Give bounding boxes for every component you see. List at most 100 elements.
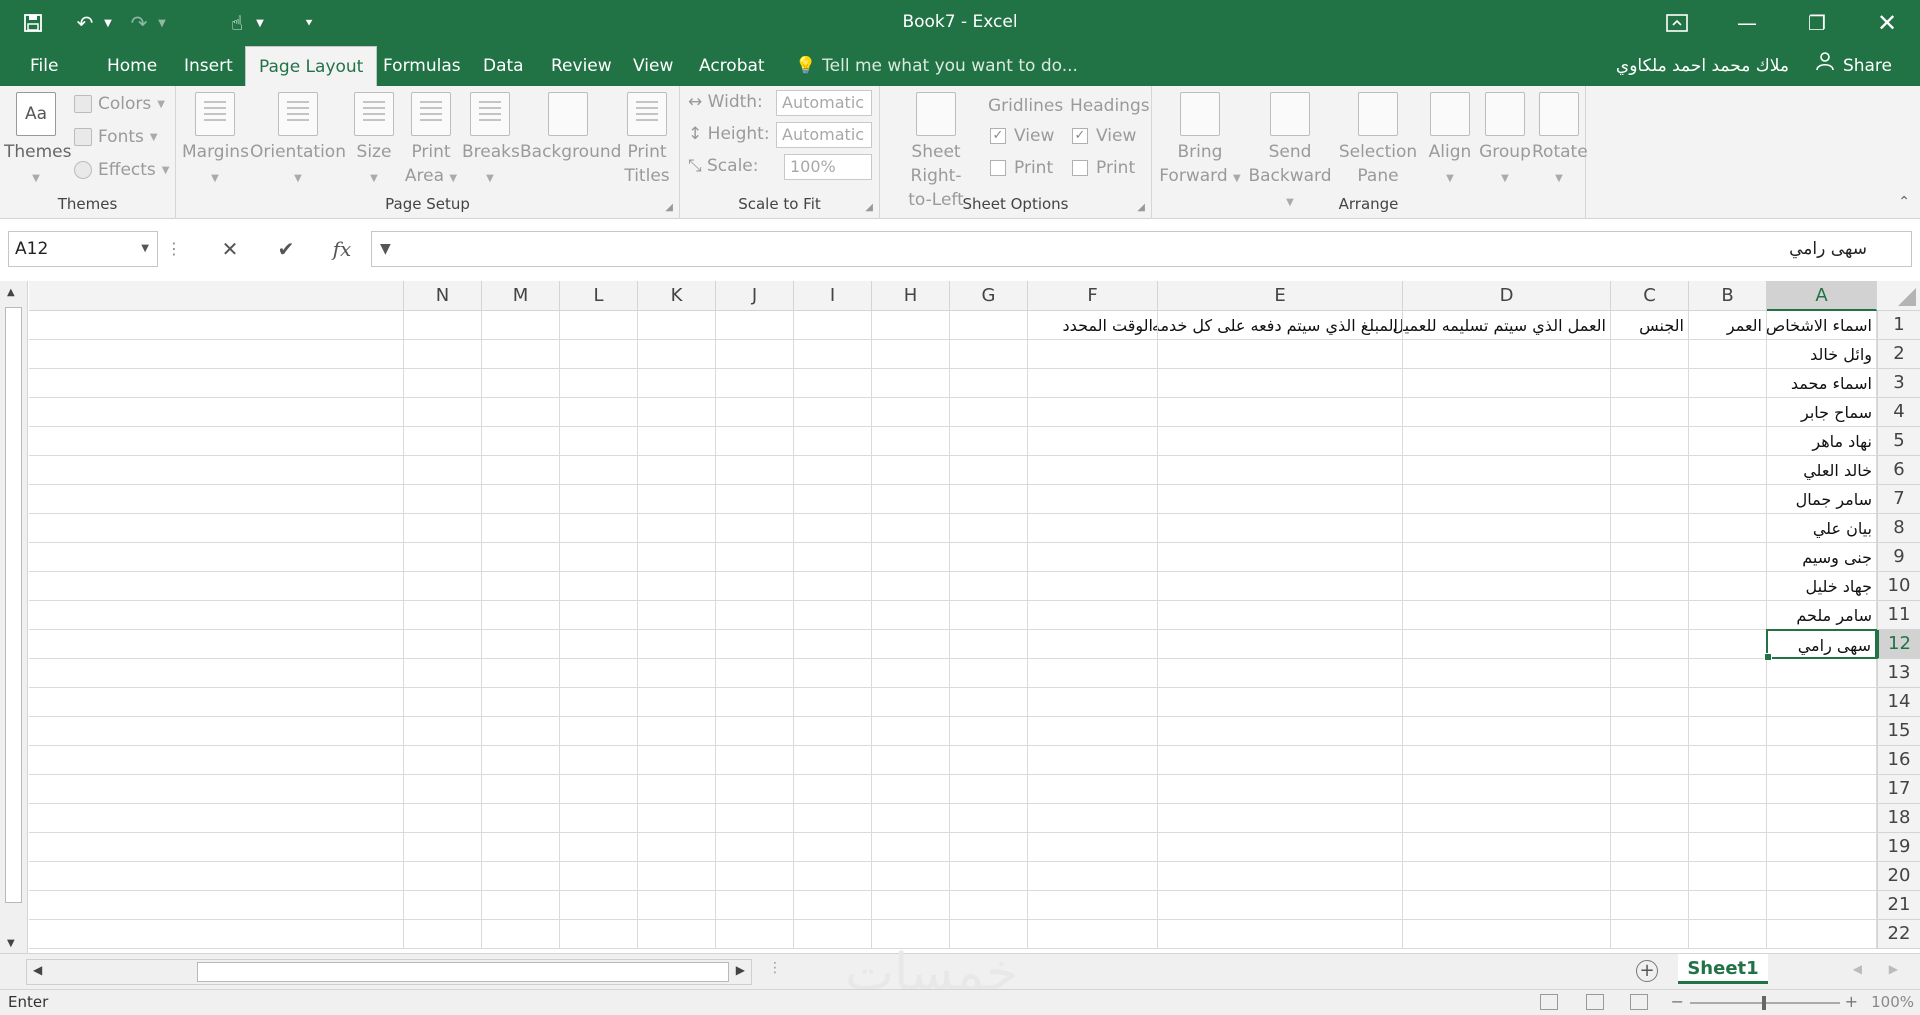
cell-k5[interactable] <box>638 427 716 456</box>
cell-k13[interactable] <box>638 659 716 688</box>
cell-g9[interactable] <box>950 543 1028 572</box>
cell-j17[interactable] <box>716 775 794 804</box>
cell-b14[interactable] <box>1689 688 1767 717</box>
cell-g11[interactable] <box>950 601 1028 630</box>
cell-l6[interactable] <box>560 456 638 485</box>
cell-e6[interactable] <box>1158 456 1403 485</box>
cell-b4[interactable] <box>1689 398 1767 427</box>
cell-k3[interactable] <box>638 369 716 398</box>
sheet-options-launcher-icon[interactable]: ◢ <box>1137 202 1145 213</box>
cell-n8[interactable] <box>404 514 482 543</box>
cell-k9[interactable] <box>638 543 716 572</box>
expand-formula-bar-icon[interactable]: ▼ <box>380 232 391 266</box>
colors-button[interactable]: Colors ▼ <box>74 94 165 114</box>
cell-l10[interactable] <box>560 572 638 601</box>
cell-n5[interactable] <box>404 427 482 456</box>
next-sheet-icon[interactable]: ▶ <box>1889 962 1898 976</box>
column-header-i[interactable]: I <box>794 281 872 311</box>
cell-c3[interactable] <box>1611 369 1689 398</box>
cell[interactable] <box>29 572 404 601</box>
row-header-2[interactable]: 2 <box>1877 340 1920 369</box>
cell-a6[interactable]: خالد العلي <box>1767 456 1877 485</box>
cell-m4[interactable] <box>482 398 560 427</box>
gridlines-view-checkbox[interactable]: ✓ View <box>990 126 1054 146</box>
cell-g21[interactable] <box>950 891 1028 920</box>
row-header-19[interactable]: 19 <box>1877 833 1920 862</box>
row-header-6[interactable]: 6 <box>1877 456 1920 485</box>
cell-b7[interactable] <box>1689 485 1767 514</box>
cell-j13[interactable] <box>716 659 794 688</box>
cell-e10[interactable] <box>1158 572 1403 601</box>
cell-e9[interactable] <box>1158 543 1403 572</box>
cell-c15[interactable] <box>1611 717 1689 746</box>
cell-c21[interactable] <box>1611 891 1689 920</box>
cell-j8[interactable] <box>716 514 794 543</box>
cell-i7[interactable] <box>794 485 872 514</box>
tab-review[interactable]: Review <box>538 46 625 86</box>
cell-k7[interactable] <box>638 485 716 514</box>
cell-i10[interactable] <box>794 572 872 601</box>
cell-n17[interactable] <box>404 775 482 804</box>
chevron-down-icon[interactable]: ▼ <box>141 232 149 266</box>
cell-d9[interactable] <box>1403 543 1611 572</box>
cell-d3[interactable] <box>1403 369 1611 398</box>
cell-g19[interactable] <box>950 833 1028 862</box>
cell-n21[interactable] <box>404 891 482 920</box>
formula-input[interactable]: سهى رامي ▼ <box>371 231 1912 267</box>
column-header-d[interactable]: D <box>1403 281 1611 311</box>
rotate-button[interactable]: Rotate ▼ <box>1532 92 1588 191</box>
cell-j19[interactable] <box>716 833 794 862</box>
cell-j21[interactable] <box>716 891 794 920</box>
zoom-in-icon[interactable]: + <box>1845 992 1858 1011</box>
cell-g4[interactable] <box>950 398 1028 427</box>
cell-k16[interactable] <box>638 746 716 775</box>
column-header-partial[interactable] <box>29 281 404 311</box>
cell-h15[interactable] <box>872 717 950 746</box>
cell-h6[interactable] <box>872 456 950 485</box>
cell-a13[interactable] <box>1767 659 1877 688</box>
cell-n11[interactable] <box>404 601 482 630</box>
cell-f16[interactable] <box>1028 746 1158 775</box>
cell-a14[interactable] <box>1767 688 1877 717</box>
cell-a3[interactable]: اسماء محمد <box>1767 369 1877 398</box>
cell-l19[interactable] <box>560 833 638 862</box>
cell-i20[interactable] <box>794 862 872 891</box>
cell-d15[interactable] <box>1403 717 1611 746</box>
tab-insert[interactable]: Insert <box>171 46 246 86</box>
cell-g7[interactable] <box>950 485 1028 514</box>
cell-j4[interactable] <box>716 398 794 427</box>
cell[interactable] <box>29 659 404 688</box>
cell-m10[interactable] <box>482 572 560 601</box>
row-header-11[interactable]: 11 <box>1877 601 1920 630</box>
column-header-n[interactable]: N <box>404 281 482 311</box>
cell-j1[interactable] <box>716 311 794 340</box>
cell-d22[interactable] <box>1403 920 1611 949</box>
cell-h7[interactable] <box>872 485 950 514</box>
cell-b18[interactable] <box>1689 804 1767 833</box>
cell-k4[interactable] <box>638 398 716 427</box>
cell[interactable] <box>29 862 404 891</box>
cell-e21[interactable] <box>1158 891 1403 920</box>
row-header-22[interactable]: 22 <box>1877 920 1920 949</box>
row-header-18[interactable]: 18 <box>1877 804 1920 833</box>
cell-j7[interactable] <box>716 485 794 514</box>
row-header-8[interactable]: 8 <box>1877 514 1920 543</box>
cell-m17[interactable] <box>482 775 560 804</box>
group-button[interactable]: Group ▼ <box>1478 92 1532 191</box>
cell-l18[interactable] <box>560 804 638 833</box>
cell-c9[interactable] <box>1611 543 1689 572</box>
cell-a17[interactable] <box>1767 775 1877 804</box>
cell-a2[interactable]: وائل خالد <box>1767 340 1877 369</box>
cell-d6[interactable] <box>1403 456 1611 485</box>
cell-e18[interactable] <box>1158 804 1403 833</box>
row-header-20[interactable]: 20 <box>1877 862 1920 891</box>
cell-d20[interactable] <box>1403 862 1611 891</box>
cell-f13[interactable] <box>1028 659 1158 688</box>
cell-c18[interactable] <box>1611 804 1689 833</box>
cell-g10[interactable] <box>950 572 1028 601</box>
print-area-button[interactable]: Print Area ▼ <box>402 92 460 191</box>
cell-i14[interactable] <box>794 688 872 717</box>
headings-print-checkbox[interactable]: Print <box>1072 158 1135 178</box>
cell-h1[interactable] <box>872 311 950 340</box>
cell-h20[interactable] <box>872 862 950 891</box>
